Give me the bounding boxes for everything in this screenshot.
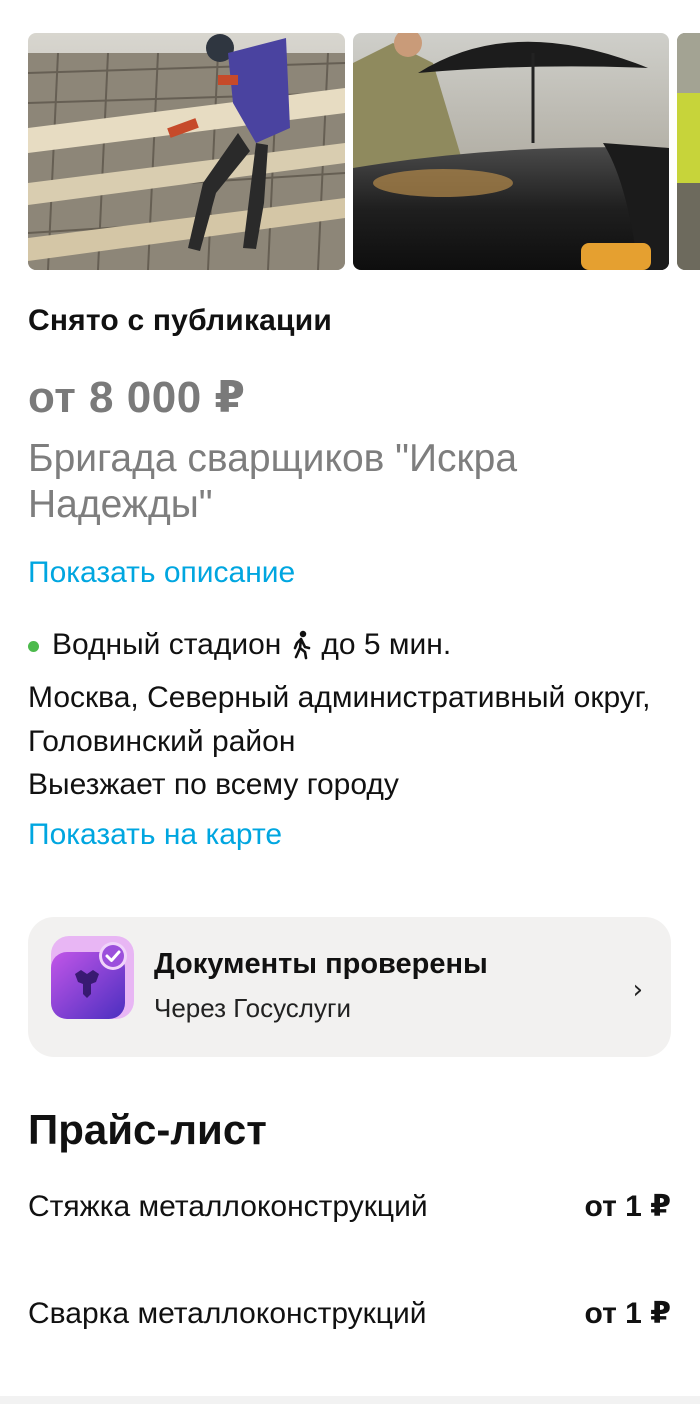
verification-subtitle: Через Госуслуги: [154, 993, 351, 1023]
metro-info: Водный стадион до 5 мин.: [28, 628, 451, 662]
price-list-row: Стяжка металлоконструкций от 1 ₽: [28, 1186, 671, 1228]
partial-next-photo-image: [677, 33, 700, 270]
address-text: Москва, Северный административный округ,…: [28, 681, 651, 758]
welder-on-rebar-image: [28, 33, 345, 270]
gallery-photo-2[interactable]: [353, 33, 669, 270]
travel-area-text: Выезжает по всему городу: [28, 768, 399, 801]
walk-time: до 5 мин.: [321, 628, 452, 661]
show-on-map-link[interactable]: Показать на карте: [28, 818, 282, 852]
section-divider: [0, 1396, 700, 1404]
welders-on-pipe-image: [353, 33, 669, 270]
listing-price: от 8 000 ₽: [28, 373, 246, 422]
price-list-item-name: Сварка металлоконструкций: [28, 1297, 427, 1330]
price-list-row: Сварка металлоконструкций от 1 ₽: [28, 1293, 671, 1335]
price-list-heading: Прайс-лист: [28, 1106, 267, 1153]
gallery-photo-3[interactable]: [677, 33, 700, 270]
show-description-link[interactable]: Показать описание: [28, 556, 295, 590]
listing-status: Снято с публикации: [28, 304, 332, 337]
gosuslugi-verified-icon: [51, 936, 134, 1019]
walking-person-icon: [294, 630, 311, 660]
listing-title: Бригада сварщиков "Искра Надежды": [28, 437, 518, 526]
price-list-item-price: от 1 ₽: [584, 1190, 672, 1223]
price-list-item-price: от 1 ₽: [584, 1297, 672, 1330]
metro-station: Водный стадион: [52, 628, 282, 661]
verification-title: Документы проверены: [154, 948, 488, 980]
gallery-photo-1[interactable]: [28, 33, 345, 270]
photo-gallery[interactable]: [28, 33, 700, 270]
chevron-right-icon: ›: [632, 975, 643, 1005]
metro-line-dot: [28, 640, 39, 652]
price-list-item-name: Стяжка металлоконструкций: [28, 1190, 428, 1223]
documents-verified-card[interactable]: Документы проверены Через Госуслуги ›: [28, 917, 671, 1057]
